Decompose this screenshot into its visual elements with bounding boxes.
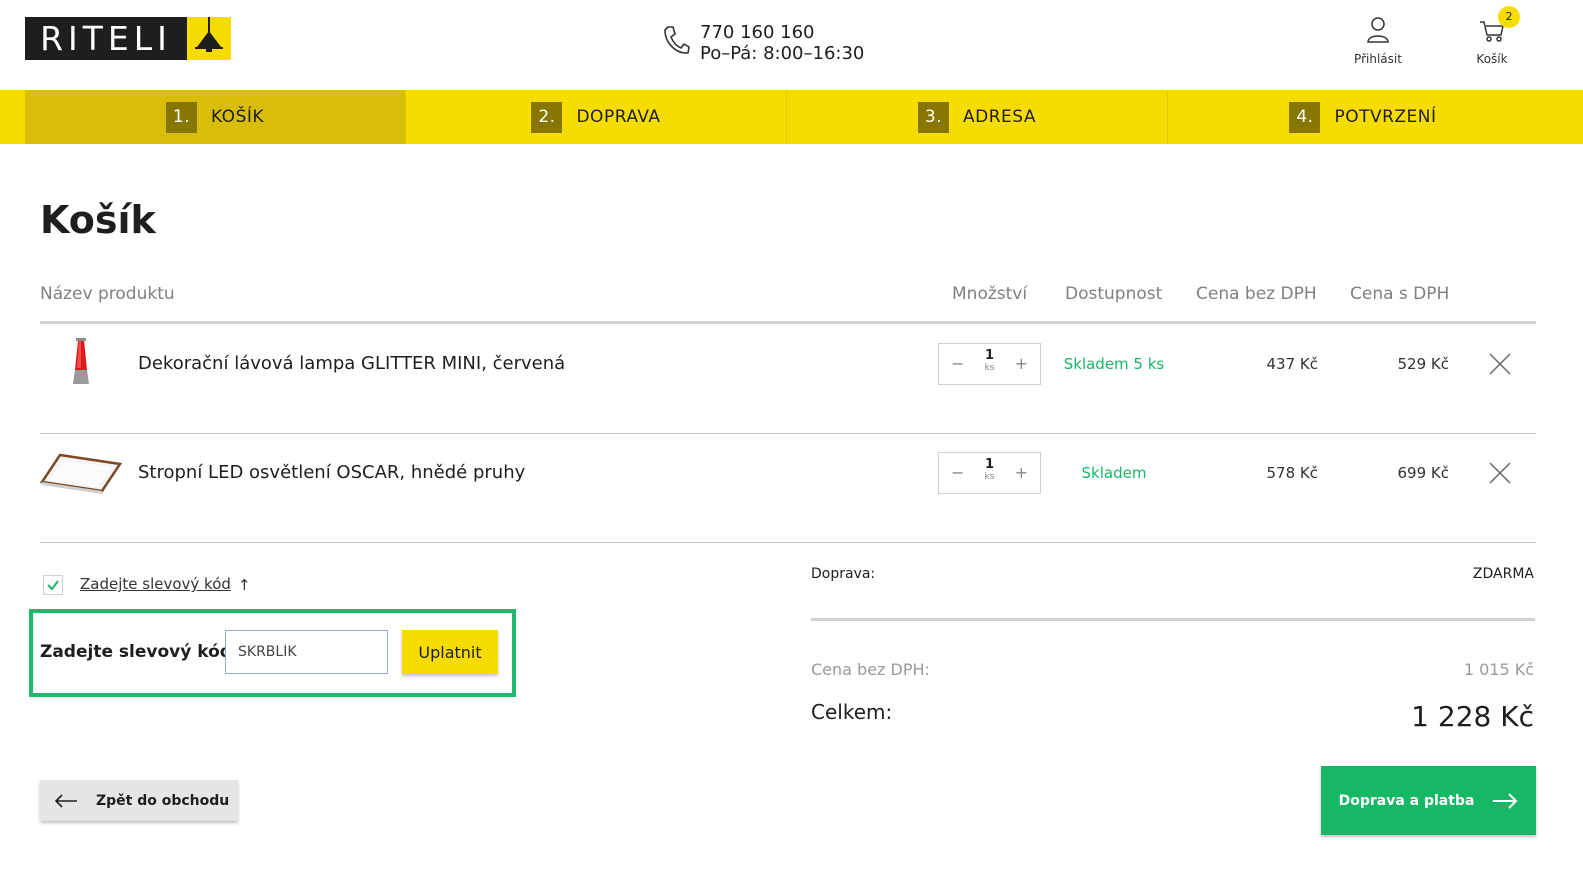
user-icon [1367, 17, 1389, 43]
shipping-label: Doprava: [811, 566, 876, 582]
step-label: POTVRZENÍ [1334, 107, 1437, 127]
riteli-logo[interactable]: RITELI [25, 17, 231, 60]
lamp-icon [187, 17, 231, 60]
step-cart[interactable]: 1. KOŠÍK [25, 90, 406, 144]
remove-item-icon[interactable] [1488, 352, 1512, 376]
discount-code-toggle-link[interactable]: Zadejte slevový kód [80, 575, 231, 593]
arrow-left-icon [54, 793, 77, 808]
product-name-link[interactable]: Stropní LED osvětlení OSCAR, hnědé pruhy [138, 462, 525, 483]
discount-code-checkbox[interactable] [43, 575, 63, 595]
shipping-value: ZDARMA [1472, 566, 1534, 582]
step-label: KOŠÍK [210, 107, 265, 127]
login-label: Přihlásit [1354, 52, 1402, 66]
total-value: 1 228 Kč [1411, 700, 1534, 733]
price-inc-vat: 699 Kč [1397, 464, 1449, 482]
back-button-label: Zpět do obchodu [96, 792, 230, 809]
summary-divider [811, 618, 1535, 621]
step-confirmation[interactable]: 4. POTVRZENÍ [1168, 90, 1558, 144]
step-label: DOPRAVA [576, 107, 661, 127]
step-shipping[interactable]: 2. DOPRAVA [406, 90, 787, 144]
quantity-increase-button[interactable]: + [1015, 463, 1028, 482]
row-divider [40, 433, 1536, 434]
price-ex-vat-value: 1 015 Kč [1463, 660, 1534, 679]
quantity-stepper[interactable]: − 1 ks + [938, 452, 1041, 494]
discount-code-input[interactable] [225, 630, 388, 674]
remove-item-icon[interactable] [1488, 461, 1512, 485]
step-number: 1. [165, 101, 197, 133]
cart-label: Košík [1476, 52, 1508, 66]
step-address[interactable]: 3. ADRESA [787, 90, 1168, 144]
quantity-increase-button[interactable]: + [1015, 354, 1028, 373]
checkmark-icon [47, 580, 59, 591]
total-label: Celkem: [811, 700, 893, 724]
phone-icon [664, 26, 690, 54]
availability-status: Skladem [1081, 464, 1147, 482]
step-number: 2. [531, 101, 563, 133]
ceiling-light-thumbnail[interactable] [40, 452, 122, 494]
arrow-right-icon [1493, 792, 1518, 809]
col-header-price-ex: Cena bez DPH [1196, 284, 1317, 304]
price-ex-vat-label: Cena bez DPH: [811, 660, 930, 679]
login-button[interactable]: Přihlásit [1338, 16, 1418, 66]
cart-count-badge: 2 [1498, 6, 1520, 28]
back-to-shop-button[interactable]: Zpět do obchodu [40, 780, 238, 821]
cart-button[interactable]: Košík 2 [1452, 6, 1532, 66]
price-ex-vat: 437 Kč [1266, 355, 1318, 373]
col-header-price-inc: Cena s DPH [1350, 284, 1450, 304]
apply-discount-button[interactable]: Uplatnit [402, 630, 498, 674]
quantity-stepper[interactable]: − 1 ks + [938, 343, 1041, 385]
col-header-availability: Dostupnost [1065, 284, 1163, 304]
step-number: 4. [1289, 101, 1321, 133]
step-label: ADRESA [962, 107, 1036, 127]
phone-number: 770 160 160 [700, 22, 815, 43]
contact-phone[interactable]: 770 160 160 Po–Pá: 8:00–16:30 [662, 22, 864, 64]
shipping-and-payment-button[interactable]: Doprava a platba [1321, 766, 1536, 835]
table-header-divider [40, 321, 1536, 324]
logo-text: RITELI [25, 17, 187, 60]
lava-lamp-thumbnail[interactable] [70, 338, 92, 388]
arrow-up-icon[interactable]: ↑ [238, 576, 251, 594]
price-inc-vat: 529 Kč [1397, 355, 1449, 373]
phone-hours: Po–Pá: 8:00–16:30 [700, 43, 865, 64]
discount-code-label: Zadejte slevový kód [40, 642, 232, 662]
site-header: RITELI 770 160 160 Po–Pá: 8:00–16:30 Při… [0, 0, 1583, 90]
price-ex-vat: 578 Kč [1266, 464, 1318, 482]
availability-status: Skladem 5 ks [1063, 355, 1165, 373]
col-header-name: Název produktu [40, 284, 175, 304]
checkout-steps: 1. KOŠÍK 2. DOPRAVA 3. ADRESA 4. POTVRZE… [0, 90, 1583, 144]
next-button-label: Doprava a platba [1338, 792, 1475, 809]
step-number: 3. [917, 101, 949, 133]
col-header-qty: Množství [952, 284, 1028, 304]
row-divider [40, 542, 1536, 543]
page-title: Košík [40, 198, 156, 242]
product-name-link[interactable]: Dekorační lávová lampa GLITTER MINI, čer… [138, 353, 565, 374]
